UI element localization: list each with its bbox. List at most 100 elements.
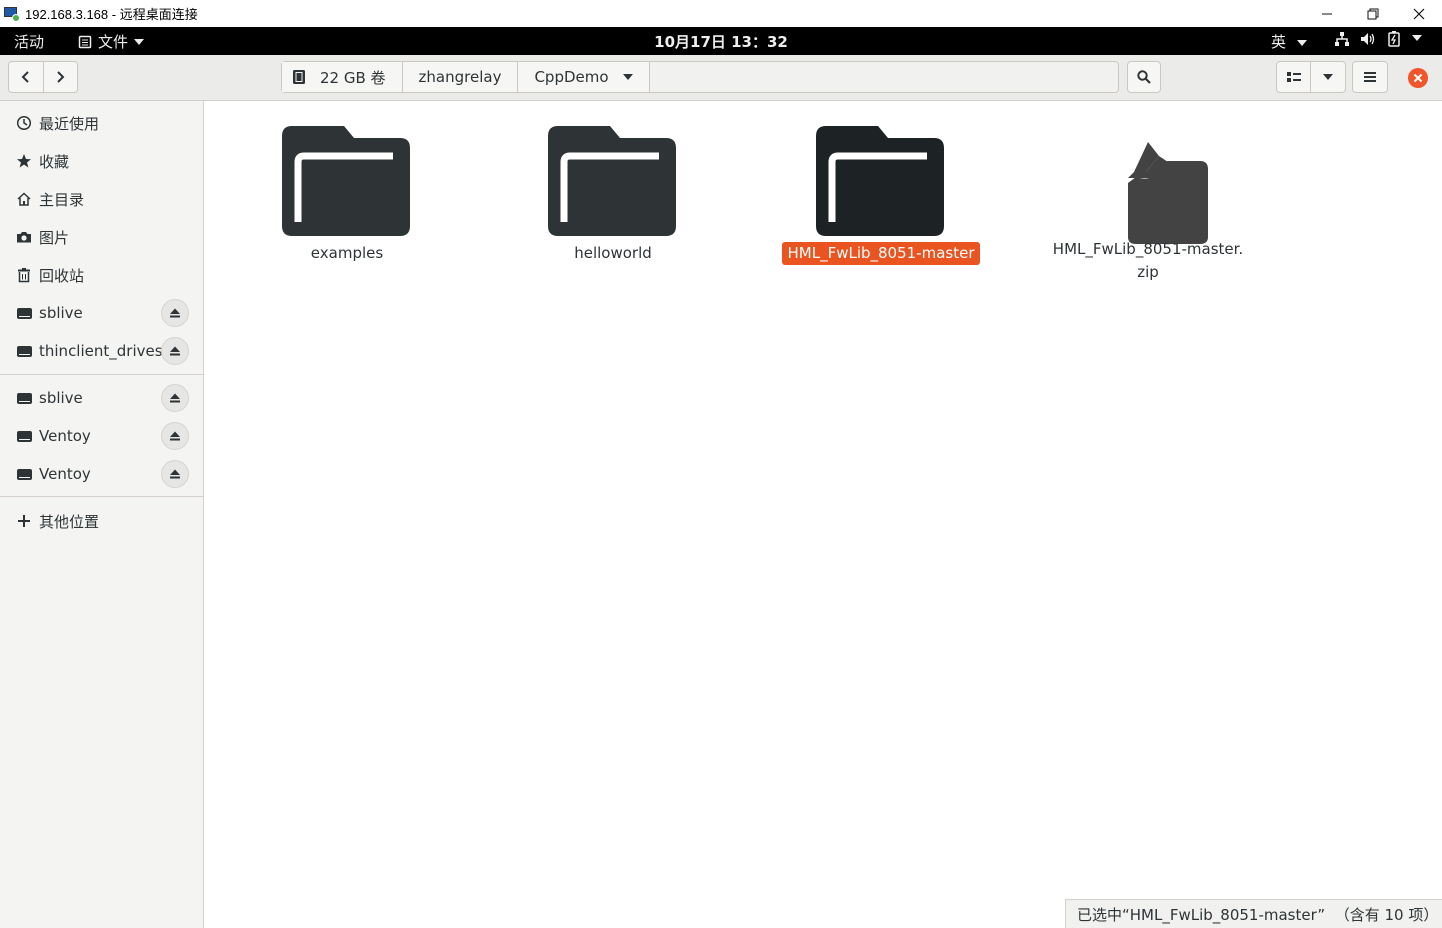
app-close-button[interactable] <box>1408 68 1428 88</box>
sidebar-item-label: 其他位置 <box>39 512 100 531</box>
sidebar-item-label: Ventoy <box>39 465 91 483</box>
system-menu[interactable] <box>1334 31 1422 47</box>
file-item-hml-fwlib-folder[interactable]: HML_FwLib_8051-master <box>781 124 981 265</box>
sidebar: 最近使用 收藏 主目录 图片 回收站 sblive thinclient_dri… <box>0 101 204 928</box>
window-title: 192.168.3.168 - 远程桌面连接 <box>25 7 198 22</box>
path-item-home[interactable]: zhangrelay <box>402 62 519 92</box>
eject-icon <box>170 431 180 441</box>
sidebar-item-label: thinclient_drives <box>39 342 163 360</box>
chevron-down-icon <box>622 74 633 80</box>
plus-icon <box>18 515 30 527</box>
minimize-icon <box>1322 13 1332 14</box>
file-name-line1: HML_FwLib_8051-master. <box>1052 240 1244 258</box>
sidebar-item-label: 最近使用 <box>39 114 100 133</box>
path-item-volume[interactable]: 22 GB 卷 <box>282 62 403 92</box>
sidebar-item-label: 回收站 <box>39 266 85 285</box>
eject-button[interactable] <box>161 422 189 450</box>
navigation-buttons <box>8 61 78 93</box>
selection-status: 已选中“HML_FwLib_8051-master” （含有 10 项） <box>1077 905 1439 924</box>
archive-file-icon <box>1128 142 1208 244</box>
star-icon <box>17 154 31 168</box>
sidebar-item-sblive-mount[interactable]: sblive <box>0 294 204 332</box>
main-menu-button[interactable] <box>1352 61 1388 93</box>
file-item-helloworld[interactable]: helloworld <box>513 124 713 265</box>
hamburger-menu-icon <box>1364 72 1376 82</box>
path-item-label: 22 GB 卷 <box>320 68 386 87</box>
camera-icon <box>17 232 31 243</box>
file-name: examples <box>310 244 384 262</box>
eject-button[interactable] <box>161 337 189 365</box>
sidebar-separator <box>0 374 204 375</box>
status-bar: 已选中“HML_FwLib_8051-master” （含有 10 项） <box>1065 899 1442 928</box>
close-icon <box>1413 8 1425 19</box>
chevron-left-icon <box>21 71 29 83</box>
window-close-button[interactable] <box>1396 0 1442 27</box>
chevron-down-icon <box>1323 74 1333 80</box>
file-name: helloworld <box>574 244 652 262</box>
close-icon <box>1413 73 1423 83</box>
path-item-label: CppDemo <box>534 68 609 86</box>
drive-icon <box>16 307 32 319</box>
sidebar-item-label: 收藏 <box>39 152 70 171</box>
folder-icon <box>548 126 676 236</box>
sidebar-item-starred[interactable]: 收藏 <box>0 142 204 180</box>
home-icon <box>17 192 31 206</box>
view-options-button[interactable] <box>1311 62 1345 92</box>
folder-icon <box>816 126 944 236</box>
gnome-top-bar: 活动 文件 10月17日 13：32 英 <box>0 27 1442 55</box>
path-item-label: zhangrelay <box>418 68 502 86</box>
folder-icon <box>282 126 410 236</box>
path-item-current[interactable]: CppDemo <box>518 62 650 92</box>
drive-icon <box>293 70 305 84</box>
sidebar-item-pictures[interactable]: 图片 <box>0 218 204 256</box>
trash-icon <box>18 268 30 283</box>
forward-button[interactable] <box>42 62 78 92</box>
file-name-line2: zip <box>1137 263 1159 281</box>
file-item-hml-fwlib-zip[interactable]: HML_FwLib_8051-master. zip <box>1048 140 1248 284</box>
sidebar-item-ventoy-1[interactable]: Ventoy <box>0 417 204 455</box>
drive-icon <box>16 430 32 442</box>
eject-button[interactable] <box>161 460 189 488</box>
sidebar-item-label: Ventoy <box>39 427 91 445</box>
restore-button[interactable] <box>1350 0 1396 27</box>
eject-icon <box>170 308 180 318</box>
sidebar-item-label: sblive <box>39 304 83 322</box>
rdp-window-titlebar: 192.168.3.168 - 远程桌面连接 <box>0 0 1442 27</box>
sidebar-item-ventoy-2[interactable]: Ventoy <box>0 455 204 493</box>
sidebar-item-trash[interactable]: 回收站 <box>0 256 204 294</box>
clock[interactable]: 10月17日 13：32 <box>0 31 1442 52</box>
input-method-menu[interactable]: 英 <box>1271 31 1307 52</box>
eject-icon <box>170 393 180 403</box>
clock-icon <box>16 115 32 131</box>
eject-button[interactable] <box>161 299 189 327</box>
restore-icon <box>1367 8 1379 19</box>
sidebar-item-home[interactable]: 主目录 <box>0 180 204 218</box>
remote-desktop-icon <box>4 6 20 22</box>
eject-icon <box>170 346 180 356</box>
sidebar-item-label: 图片 <box>39 228 70 247</box>
list-view-button[interactable] <box>1277 62 1312 92</box>
network-icon <box>1335 32 1349 46</box>
minimize-button[interactable] <box>1304 0 1350 27</box>
search-icon <box>1137 70 1151 84</box>
search-button[interactable] <box>1127 61 1161 93</box>
list-view-icon <box>1286 72 1301 82</box>
chevron-down-icon <box>1296 39 1307 46</box>
header-bar: 22 GB 卷 zhangrelay CppDemo <box>0 55 1442 101</box>
path-bar: 22 GB 卷 zhangrelay CppDemo <box>281 61 1119 93</box>
file-name: HML_FwLib_8051-master <box>782 242 980 265</box>
drive-icon <box>16 392 32 404</box>
sidebar-item-other-locations[interactable]: 其他位置 <box>0 502 204 540</box>
back-button[interactable] <box>9 62 43 92</box>
eject-button[interactable] <box>161 384 189 412</box>
drive-icon <box>16 468 32 480</box>
sidebar-item-thinclient-drives[interactable]: thinclient_drives <box>0 332 204 370</box>
battery-icon <box>1388 31 1400 47</box>
sidebar-item-sblive-device[interactable]: sblive <box>0 379 204 417</box>
volume-icon <box>1361 33 1375 45</box>
sidebar-item-recent[interactable]: 最近使用 <box>0 104 204 142</box>
view-toggle-group <box>1276 61 1346 93</box>
file-item-examples[interactable]: examples <box>247 124 447 265</box>
chevron-down-icon <box>1412 35 1422 41</box>
sidebar-item-label: 主目录 <box>39 190 85 209</box>
